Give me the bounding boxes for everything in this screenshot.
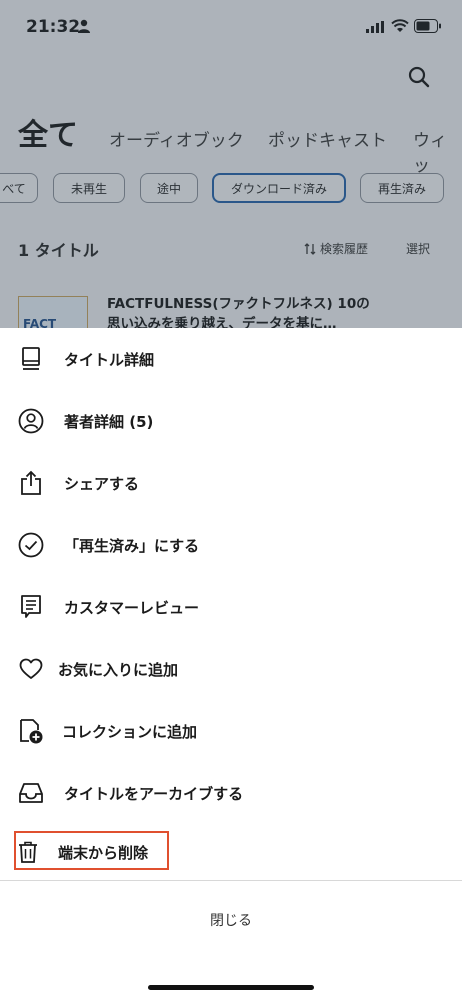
menu-item-title-details[interactable]: タイトル詳細 <box>0 328 462 390</box>
close-button[interactable]: 閉じる <box>0 910 462 930</box>
delete-highlight-box <box>14 831 169 870</box>
menu-item-label: カスタマーレビュー <box>64 598 200 617</box>
modal-overlay[interactable] <box>0 0 462 328</box>
check-circle-icon <box>17 531 45 559</box>
menu-item-label: お気に入りに追加 <box>58 660 179 679</box>
book-icon <box>17 345 45 373</box>
menu-item-label: シェアする <box>64 474 140 493</box>
menu-item-archive[interactable]: タイトルをアーカイブする <box>0 762 462 824</box>
divider <box>0 880 462 881</box>
collection-add-icon <box>17 717 45 745</box>
home-indicator <box>148 985 314 990</box>
menu-item-label: コレクションに追加 <box>62 722 198 741</box>
menu-item-add-collection[interactable]: コレクションに追加 <box>0 700 462 762</box>
person-icon <box>17 407 45 435</box>
review-icon <box>17 593 45 621</box>
menu-item-share[interactable]: シェアする <box>0 452 462 514</box>
menu-item-mark-played[interactable]: 「再生済み」にする <box>0 514 462 576</box>
menu-item-customer-reviews[interactable]: カスタマーレビュー <box>0 576 462 638</box>
menu-item-label: タイトル詳細 <box>64 350 155 369</box>
menu-item-label: 「再生済み」にする <box>64 536 200 555</box>
heart-icon <box>17 655 45 683</box>
menu-item-label: 著者詳細 (5) <box>64 412 154 431</box>
menu-item-add-favorite[interactable]: お気に入りに追加 <box>0 638 462 700</box>
menu-item-label: タイトルをアーカイブする <box>64 784 244 803</box>
archive-icon <box>17 779 45 807</box>
menu-item-author-details[interactable]: 著者詳細 (5) <box>0 390 462 452</box>
action-sheet: タイトル詳細 著者詳細 (5) シェアする 「再生済み」にする カスタマーレビュ… <box>0 328 462 1000</box>
share-icon <box>17 469 45 497</box>
